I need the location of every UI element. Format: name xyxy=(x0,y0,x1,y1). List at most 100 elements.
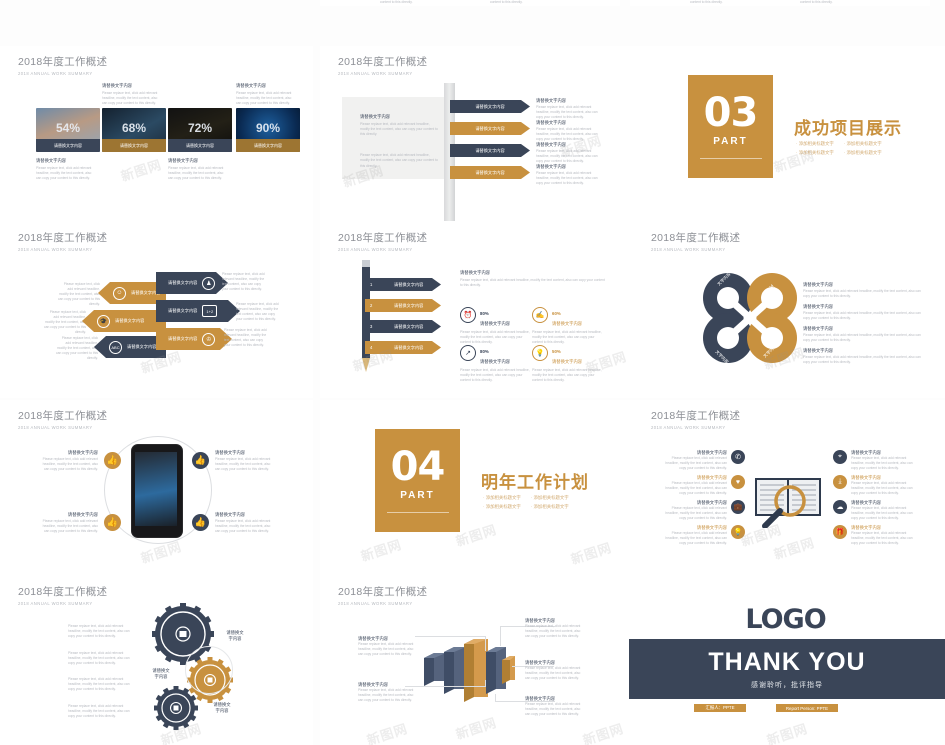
slide-title-block: 2018年度工作概述 2018 ANNUAL WORK SUMMARY xyxy=(18,584,107,606)
leader-line xyxy=(405,686,485,687)
watermark: 新图网 xyxy=(365,720,410,745)
feature-item[interactable]: 请替换文字内容 Please replace text, click add r… xyxy=(663,500,745,521)
reporter-button-en[interactable]: Report Person: PPTE xyxy=(776,704,838,712)
image-card[interactable]: 68% 请替换文字内容 xyxy=(102,108,166,152)
row-label: 请替换文字内容 xyxy=(394,323,424,329)
item-body: Please replace text, click add relevant … xyxy=(42,457,98,472)
stat-item[interactable]: ⏰ 80% 请替换文字内容 Please replace text, click… xyxy=(460,302,530,345)
page-subtitle: 2018 ANNUAL WORK SUMMARY xyxy=(18,425,93,430)
slide-row0-cutoff-right[interactable]: Please replace text, click add relevant … xyxy=(630,0,930,6)
thumbs-up-icon[interactable]: 👍 xyxy=(192,452,209,469)
item-body: Please replace text, click add relevant … xyxy=(803,333,921,343)
slide-title-block: 2018年度工作概述 2018 ANNUAL WORK SUMMARY xyxy=(338,230,427,252)
pencil-row[interactable]: 3 请替换文字内容 xyxy=(365,320,441,333)
image-card[interactable]: 72% 请替换文字内容 xyxy=(168,108,232,152)
right-arrow-row[interactable]: 请替换文字内容 ♔ xyxy=(156,328,232,350)
feature-item[interactable]: 请替换文字内容 Please replace text, click add r… xyxy=(663,475,745,496)
arrow-label: 请替换文字内容 xyxy=(475,125,505,131)
lightbulb-icon: 💡 xyxy=(532,344,548,361)
arrow-label: 请替换文字内容 xyxy=(475,169,505,175)
leader-line xyxy=(415,636,485,637)
thank-you-banner: THANK YOU 感谢聆听，批评指导 xyxy=(629,639,945,699)
right-item: 请替换文字内容 Please replace text, click add r… xyxy=(536,98,602,120)
connector-arc xyxy=(185,646,233,694)
part-bullet: 添加相关标题文字 xyxy=(483,495,521,501)
phone-screen xyxy=(135,452,177,526)
left-arrow-row[interactable]: 🎓 请替换文字内容 xyxy=(82,310,166,332)
arrow-label: 请替换文字内容 xyxy=(168,308,198,313)
feature-item[interactable]: 🎁 请替换文字内容 Please replace text, click add… xyxy=(833,525,915,546)
loop-item: 请替换文字内容 Please replace text, click add r… xyxy=(803,304,921,321)
cutoff-text-c: Please replace text, click add relevant … xyxy=(690,0,723,5)
slide-pencil-stats[interactable]: 2018年度工作概述 2018 ANNUAL WORK SUMMARY 1 请替… xyxy=(320,222,633,398)
stat-item[interactable]: ↗ 80% 请替换文字内容 Please replace text, click… xyxy=(460,340,530,383)
slide-signpost[interactable]: 2018年度工作概述 2018 ANNUAL WORK SUMMARY 请替换文… xyxy=(320,46,633,222)
feature-item[interactable]: 请替换文字内容 Please replace text, click add r… xyxy=(663,525,745,546)
stat-item[interactable]: 💡 50% 请替换文字内容 Please replace text, click… xyxy=(532,340,602,383)
gear-text: Please replace text, click add relevant … xyxy=(68,677,130,692)
feature-item[interactable]: 请替换文字内容 Please replace text, click add r… xyxy=(663,450,745,471)
item-heading: 请替换文字内容 xyxy=(215,512,246,517)
slide-double-arrows[interactable]: 2018年度工作概述 2018 ANNUAL WORK SUMMARY Plea… xyxy=(0,222,313,398)
stat-item[interactable]: ✍ 60% 请替换文字内容 Please replace text, click… xyxy=(532,302,602,345)
feature-item[interactable]: ☁ 请替换文字内容 Please replace text, click add… xyxy=(833,500,915,521)
thumbs-up-icon[interactable]: 👍 xyxy=(192,514,209,531)
item-body: Please replace text, click add relevant … xyxy=(536,171,598,186)
slide-title-block: 2018年度工作概述 2018 ANNUAL WORK SUMMARY xyxy=(338,584,427,606)
part-bullet: 添加相关标题文字 xyxy=(844,150,882,156)
slide-part-03[interactable]: 03 PART 成功项目展示 添加相关标题文字 添加相关标题文字 添加相关标题文… xyxy=(633,46,945,222)
thumbs-up-icon[interactable]: 👍 xyxy=(104,514,121,531)
signpost-arrow[interactable]: 请替换文字内容 xyxy=(450,166,530,179)
slide-image-cards[interactable]: 2018年度工作概述 2018 ANNUAL WORK SUMMARY 54% … xyxy=(0,46,313,222)
feature-item[interactable]: ⤓ 请替换文字内容 Please replace text, click add… xyxy=(833,475,915,496)
pencil-row[interactable]: 2 请替换文字内容 xyxy=(365,299,441,312)
slide-row0-cutoff[interactable]: Please replace text, click add relevant … xyxy=(320,0,620,6)
gear-label: 请替换文 字内容 xyxy=(226,630,244,642)
signpost-arrow[interactable]: 请替换文字内容 xyxy=(450,144,530,157)
item-heading: 请替换文字内容 xyxy=(536,98,567,103)
row-label: 请替换文字内容 xyxy=(394,281,424,287)
item-body: Please replace text, click add relevant … xyxy=(665,456,727,471)
image-card[interactable]: 54% 请替换文字内容 xyxy=(36,108,100,152)
signpost-arrow[interactable]: 请替换文字内容 xyxy=(450,122,530,135)
phone-item: 请替换文字内容 Please replace text, click add r… xyxy=(40,450,98,472)
slide-3d-bars[interactable]: 2018年度工作概述 2018 ANNUAL WORK SUMMARY 请替换文… xyxy=(320,576,626,745)
reporter-button-cn[interactable]: 汇报人：PPTE xyxy=(694,704,746,712)
page-title: 2018年度工作概述 xyxy=(18,410,108,422)
callout: 请替换文字内容 Please replace text, click add r… xyxy=(525,660,583,681)
left-arrow-row[interactable]: ☺ 请替换文字内容 xyxy=(98,282,166,304)
slide-magnifier-book[interactable]: 2018年度工作概述 2018 ANNUAL WORK SUMMARY 请替换文… xyxy=(633,400,945,576)
quatrefoil-diagram[interactable]: 文字内容 文字内容 文字内容 文字内容 xyxy=(695,270,805,366)
slide-gears[interactable]: 2018年度工作概述 2018 ANNUAL WORK SUMMARY Plea… xyxy=(0,576,313,745)
signpost-arrow[interactable]: 请替换文字内容 xyxy=(450,100,530,113)
slide-part-04[interactable]: 04 PART 明年工作计划 添加相关标题文字 添加相关标题文字 添加相关标题文… xyxy=(320,400,633,576)
page-subtitle: 2018 ANNUAL WORK SUMMARY xyxy=(18,247,93,252)
pencil-tip xyxy=(362,358,370,372)
left-arrow-row[interactable]: ABC 请替换文字内容 xyxy=(94,336,166,358)
pencil-row[interactable]: 1 请替换文字内容 xyxy=(365,278,441,291)
slide-quatrefoil[interactable]: 2018年度工作概述 2018 ANNUAL WORK SUMMARY 文字内容… xyxy=(633,222,945,398)
item-heading: 请替换文字内容 xyxy=(536,142,567,147)
part-rule xyxy=(386,512,449,513)
stat-label: 请替换文字内容 xyxy=(480,321,511,326)
leader-line xyxy=(495,694,496,702)
page-title: 2018年度工作概述 xyxy=(651,410,741,422)
stat-percent: 80% xyxy=(480,349,489,354)
thumbs-up-icon[interactable]: 👍 xyxy=(104,452,121,469)
card-caption: 请替换文字内容 xyxy=(168,139,232,152)
leader-line xyxy=(485,680,486,687)
slide-thank-you[interactable]: LOGO THANK YOU 感谢聆听，批评指导 汇报人：PPTE Report… xyxy=(626,576,945,745)
right-arrow-row[interactable]: 请替换文字内容 ♟ xyxy=(156,272,228,294)
download-icon: ⤓ xyxy=(833,475,847,489)
right-heading-block: 请替换文字内容 Please replace text, click add r… xyxy=(460,270,605,288)
image-card[interactable]: 90% 请替换文字内容 xyxy=(236,108,300,152)
right-arrow-row[interactable]: 请替换文字内容 1+2 xyxy=(156,300,240,322)
item-heading: 请替换文字内容 xyxy=(803,326,834,331)
pencil-row[interactable]: 4 请替换文字内容 xyxy=(365,341,441,354)
card-body: Please replace text, click add relevant … xyxy=(168,166,224,181)
slide-title-block: 2018年度工作概述 2018 ANNUAL WORK SUMMARY xyxy=(18,408,107,430)
part-number-box: 04 PART xyxy=(375,429,460,532)
card-heading: 请替换文字内容 xyxy=(36,158,67,163)
slide-phone-thumbs[interactable]: 2018年度工作概述 2018 ANNUAL WORK SUMMARY 👍 👍 … xyxy=(0,400,313,576)
feature-item[interactable]: ⌖ 请替换文字内容 Please replace text, click add… xyxy=(833,450,915,471)
